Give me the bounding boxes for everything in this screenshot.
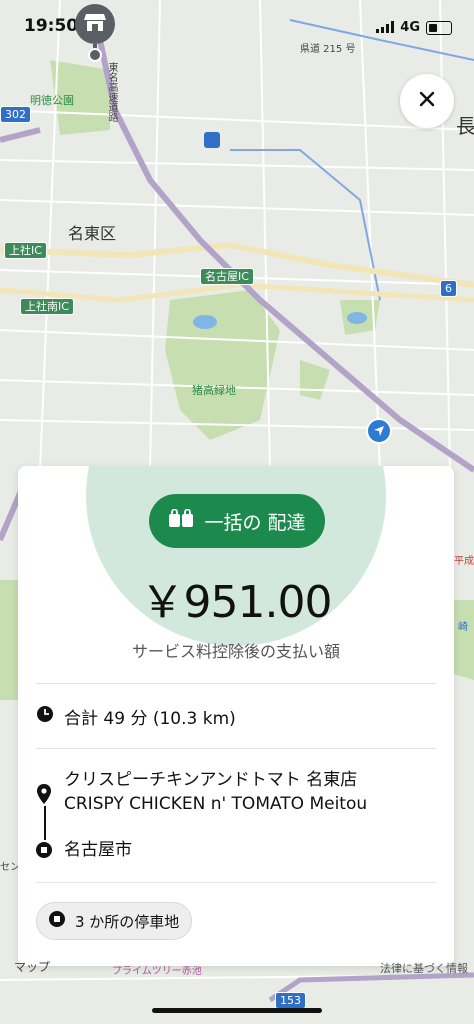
signal-icon [376, 18, 395, 37]
pond [347, 312, 367, 324]
train-icon [204, 132, 220, 148]
route-connector [44, 806, 46, 840]
apple-maps-attribution[interactable]: マップ [14, 958, 50, 975]
pickup-name-en: CRISPY CHICKEN n' TOMATO Meitou [64, 794, 368, 814]
ic-badge-nagoya: 名古屋IC [200, 268, 254, 285]
bag-icon [168, 508, 194, 534]
route-shield-302: 302 [0, 106, 31, 123]
park-label-inotaka: 猪高緑地 [192, 384, 236, 397]
current-location-marker [366, 418, 392, 444]
divider [36, 748, 436, 749]
pickup-row: クリスピーチキンアンドトマト 名東店 CRISPY CHICKEN n' TOM… [36, 768, 367, 816]
pin-location-dot [88, 48, 102, 62]
square-stop-icon [49, 911, 65, 931]
fare-subtitle: サービス料控除後の支払い額 [131, 642, 340, 661]
clock-icon [36, 705, 54, 728]
ic-badge-kamiyashiro-minami: 上社南IC [20, 298, 74, 315]
status-indicators: 4G [376, 18, 452, 37]
close-icon [419, 91, 435, 111]
batch-delivery-badge: 一括の 配達 [149, 494, 325, 548]
map-edge-label: 長 [456, 114, 474, 138]
fare-amount: ￥951.00 [140, 577, 333, 628]
square-stop-icon [36, 842, 52, 862]
trip-summary: 合計 49 分 (10.3 km) [64, 709, 236, 729]
pin-icon [36, 784, 52, 808]
batch-delivery-label: 一括の 配達 [204, 511, 306, 534]
district-label: 名東区 [68, 224, 117, 243]
legal-link[interactable]: 法律に基づく情報 [380, 960, 468, 976]
park-area [0, 580, 20, 700]
map-edge-label: セン [0, 862, 20, 873]
route-shield-6: 6 [440, 280, 457, 297]
restaurant-pin[interactable] [75, 4, 115, 44]
road-label-prefectural: 県道 215 号 [300, 44, 356, 55]
divider [36, 683, 436, 684]
pickup-name-jp: クリスピーチキンアンドトマト 名東店 [64, 770, 358, 790]
battery-icon [426, 20, 452, 35]
home-indicator[interactable] [152, 1008, 322, 1013]
network-type: 4G [400, 20, 420, 35]
map-edge-label: 崎 [458, 622, 468, 633]
park-label-meitoku: 明徳公園 [30, 94, 74, 107]
close-button[interactable] [400, 74, 454, 128]
dropoff-row: 名古屋市 [36, 838, 132, 862]
store-icon [84, 12, 106, 36]
stops-count: 3 か所の停車地 [75, 912, 180, 931]
dropoff-location: 名古屋市 [64, 840, 132, 860]
map-edge-label: 平成 [454, 556, 474, 567]
route-shield-153: 153 [275, 992, 306, 1009]
stops-chip[interactable]: 3 か所の停車地 [36, 902, 193, 940]
road-label-expressway: 東名高速道路 [106, 62, 117, 122]
offer-card[interactable]: 一括の 配達 ￥951.00 サービス料控除後の支払い額 合計 49 分 (10… [18, 466, 454, 966]
status-time: 19:50 [24, 16, 79, 36]
pond [193, 315, 217, 329]
ic-badge-kamiyashiro: 上社IC [4, 242, 47, 259]
trip-summary-row: 合計 49 分 (10.3 km) [36, 704, 236, 729]
divider [36, 882, 436, 883]
